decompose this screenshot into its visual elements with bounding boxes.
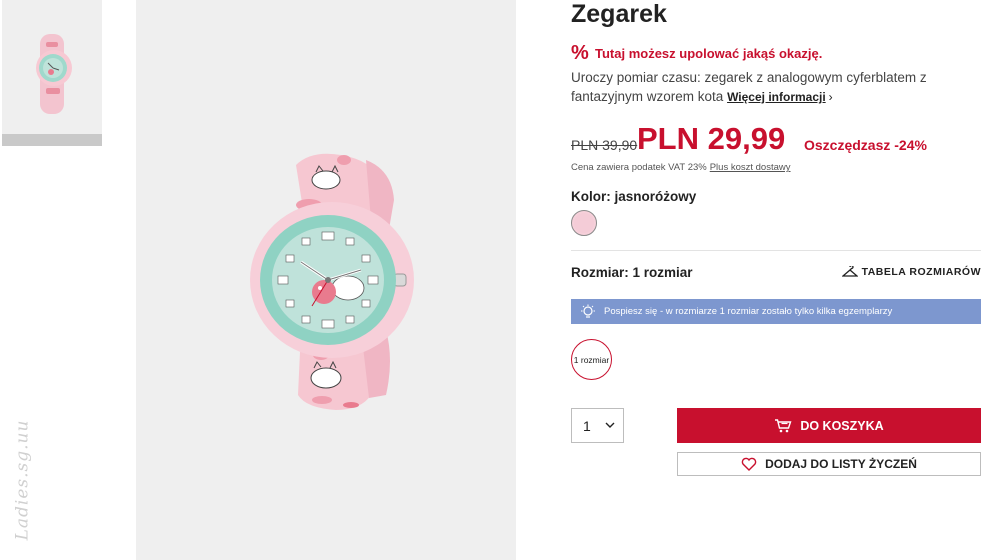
size-option-one-size[interactable]: 1 rozmiar — [571, 339, 612, 380]
shipping-cost-link[interactable]: Plus koszt dostawy — [710, 162, 791, 173]
add-to-wishlist-button[interactable]: DODAJ DO LISTY ŻYCZEŃ — [677, 452, 981, 476]
size-table-label: TABELA ROZMIARÓW — [861, 266, 981, 278]
promo-banner: % Tutaj możesz upolować jakąś okazję. — [571, 42, 823, 64]
current-price: PLN 29,99 — [637, 121, 786, 156]
alert-text: Pospiesz się - w rozmiarze 1 rozmiar zos… — [604, 306, 893, 317]
old-price: PLN 39,90 — [571, 137, 638, 153]
cart-icon — [775, 418, 792, 432]
thumbnail-watch-image — [36, 34, 72, 114]
low-stock-alert: Pospiesz się - w rozmiarze 1 rozmiar zos… — [571, 299, 981, 324]
heart-icon — [741, 457, 757, 471]
add-to-cart-label: DO KOSZYKA — [800, 418, 884, 433]
product-title: Zegarek — [571, 0, 667, 28]
add-to-cart-button[interactable]: DO KOSZYKA — [677, 408, 981, 443]
tax-note: Cena zawiera podatek VAT 23% Plus koszt d… — [571, 162, 791, 173]
lightbulb-icon — [580, 304, 598, 320]
chevron-right-icon: › — [828, 90, 833, 104]
chevron-down-icon — [605, 422, 615, 429]
hanger-icon — [841, 266, 858, 277]
add-to-wishlist-label: DODAJ DO LISTY ŻYCZEŃ — [765, 457, 917, 471]
promo-text: Tutaj możesz upolować jakąś okazję. — [595, 45, 823, 61]
product-thumbnail[interactable] — [2, 0, 102, 134]
quantity-select[interactable]: 1 — [571, 408, 624, 443]
main-product-image[interactable] — [136, 0, 516, 560]
divider — [571, 250, 981, 251]
product-description: Uroczy pomiar czasu: zegarek z analogowy… — [571, 68, 971, 107]
watch-illustration — [250, 153, 414, 410]
size-table-link[interactable]: TABELA ROZMIARÓW — [841, 266, 981, 278]
watermark: Ladies.sg.uu — [12, 419, 33, 541]
tax-text: Cena zawiera podatek VAT 23% — [571, 162, 707, 173]
savings-label: Oszczędzasz -24% — [804, 137, 927, 153]
color-swatch-light-pink[interactable] — [571, 210, 597, 236]
size-label: Rozmiar: 1 rozmiar — [571, 265, 693, 280]
more-info-link[interactable]: Więcej informacji — [727, 90, 826, 104]
quantity-value: 1 — [583, 417, 591, 434]
percent-icon: % — [571, 42, 589, 64]
thumbnail-scroll-indicator — [2, 134, 102, 146]
color-label: Kolor: jasnoróżowy — [571, 189, 697, 204]
